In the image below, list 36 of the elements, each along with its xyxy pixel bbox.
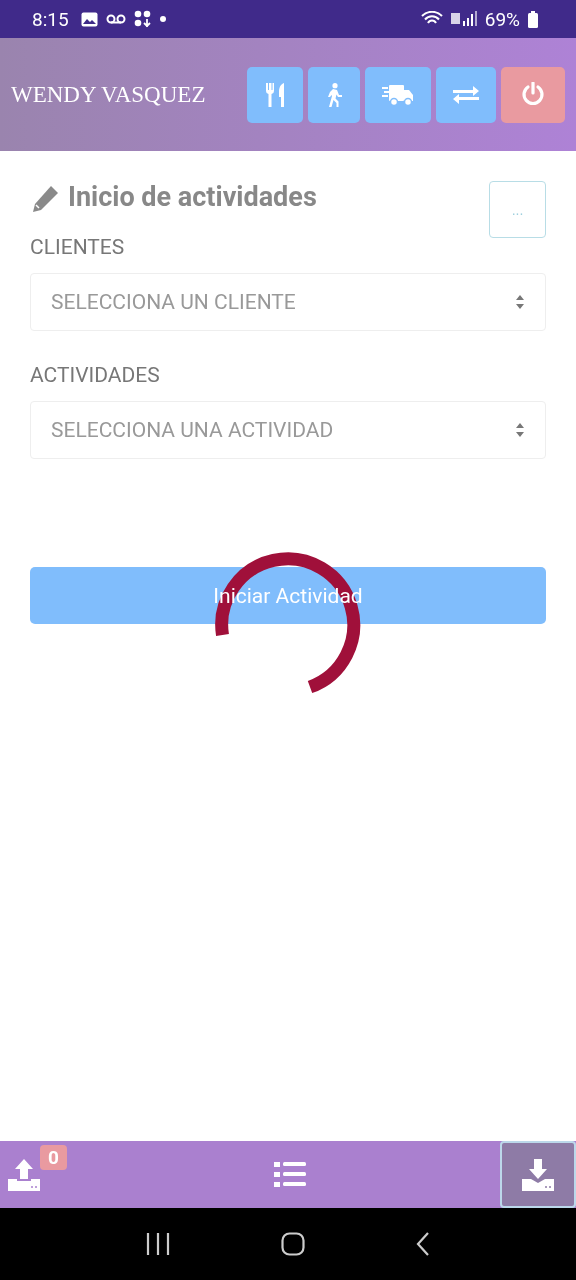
truck-button[interactable] bbox=[365, 66, 431, 123]
voicemail-icon bbox=[105, 14, 126, 24]
field-label: CLIENTES bbox=[30, 235, 126, 259]
signal-icon bbox=[450, 11, 477, 27]
swap-button[interactable] bbox=[436, 66, 496, 123]
sort-caret-icon bbox=[515, 294, 525, 310]
field-label: ACTIVIDADES bbox=[30, 363, 161, 387]
list-icon bbox=[274, 1161, 306, 1188]
swap-arrows-icon bbox=[453, 84, 479, 105]
image-icon bbox=[80, 11, 98, 27]
sort-caret-icon bbox=[515, 422, 525, 438]
home-icon[interactable] bbox=[281, 1232, 305, 1256]
dot-icon bbox=[159, 16, 166, 22]
count-badge: 0 bbox=[40, 1145, 67, 1170]
power-button[interactable] bbox=[501, 66, 565, 123]
recents-icon[interactable] bbox=[145, 1233, 170, 1255]
utensils-button[interactable] bbox=[247, 66, 303, 123]
utensils-icon bbox=[265, 82, 285, 107]
select-field[interactable]: SELECCIONA UN CLIENTE bbox=[30, 273, 546, 331]
apps-icon bbox=[133, 10, 152, 28]
truck-icon bbox=[382, 82, 414, 107]
user-name: WENDY VASQUEZ bbox=[11, 81, 207, 108]
download-icon bbox=[522, 1158, 554, 1191]
status-time: 8:15 bbox=[32, 7, 69, 31]
battery-icon bbox=[528, 10, 538, 28]
power-icon bbox=[521, 82, 545, 107]
upload-icon bbox=[8, 1158, 40, 1191]
battery-percent: 69% bbox=[484, 7, 520, 31]
back-icon[interactable] bbox=[416, 1232, 431, 1256]
walking-person-icon bbox=[326, 82, 342, 107]
walk-button[interactable] bbox=[308, 66, 360, 123]
pencil-icon bbox=[30, 184, 60, 214]
form-title: Inicio de actividades bbox=[68, 181, 317, 213]
select-field[interactable]: SELECCIONA UNA ACTIVIDAD bbox=[30, 401, 546, 459]
more-button[interactable]: ... bbox=[489, 181, 546, 238]
download-button[interactable] bbox=[500, 1141, 576, 1208]
